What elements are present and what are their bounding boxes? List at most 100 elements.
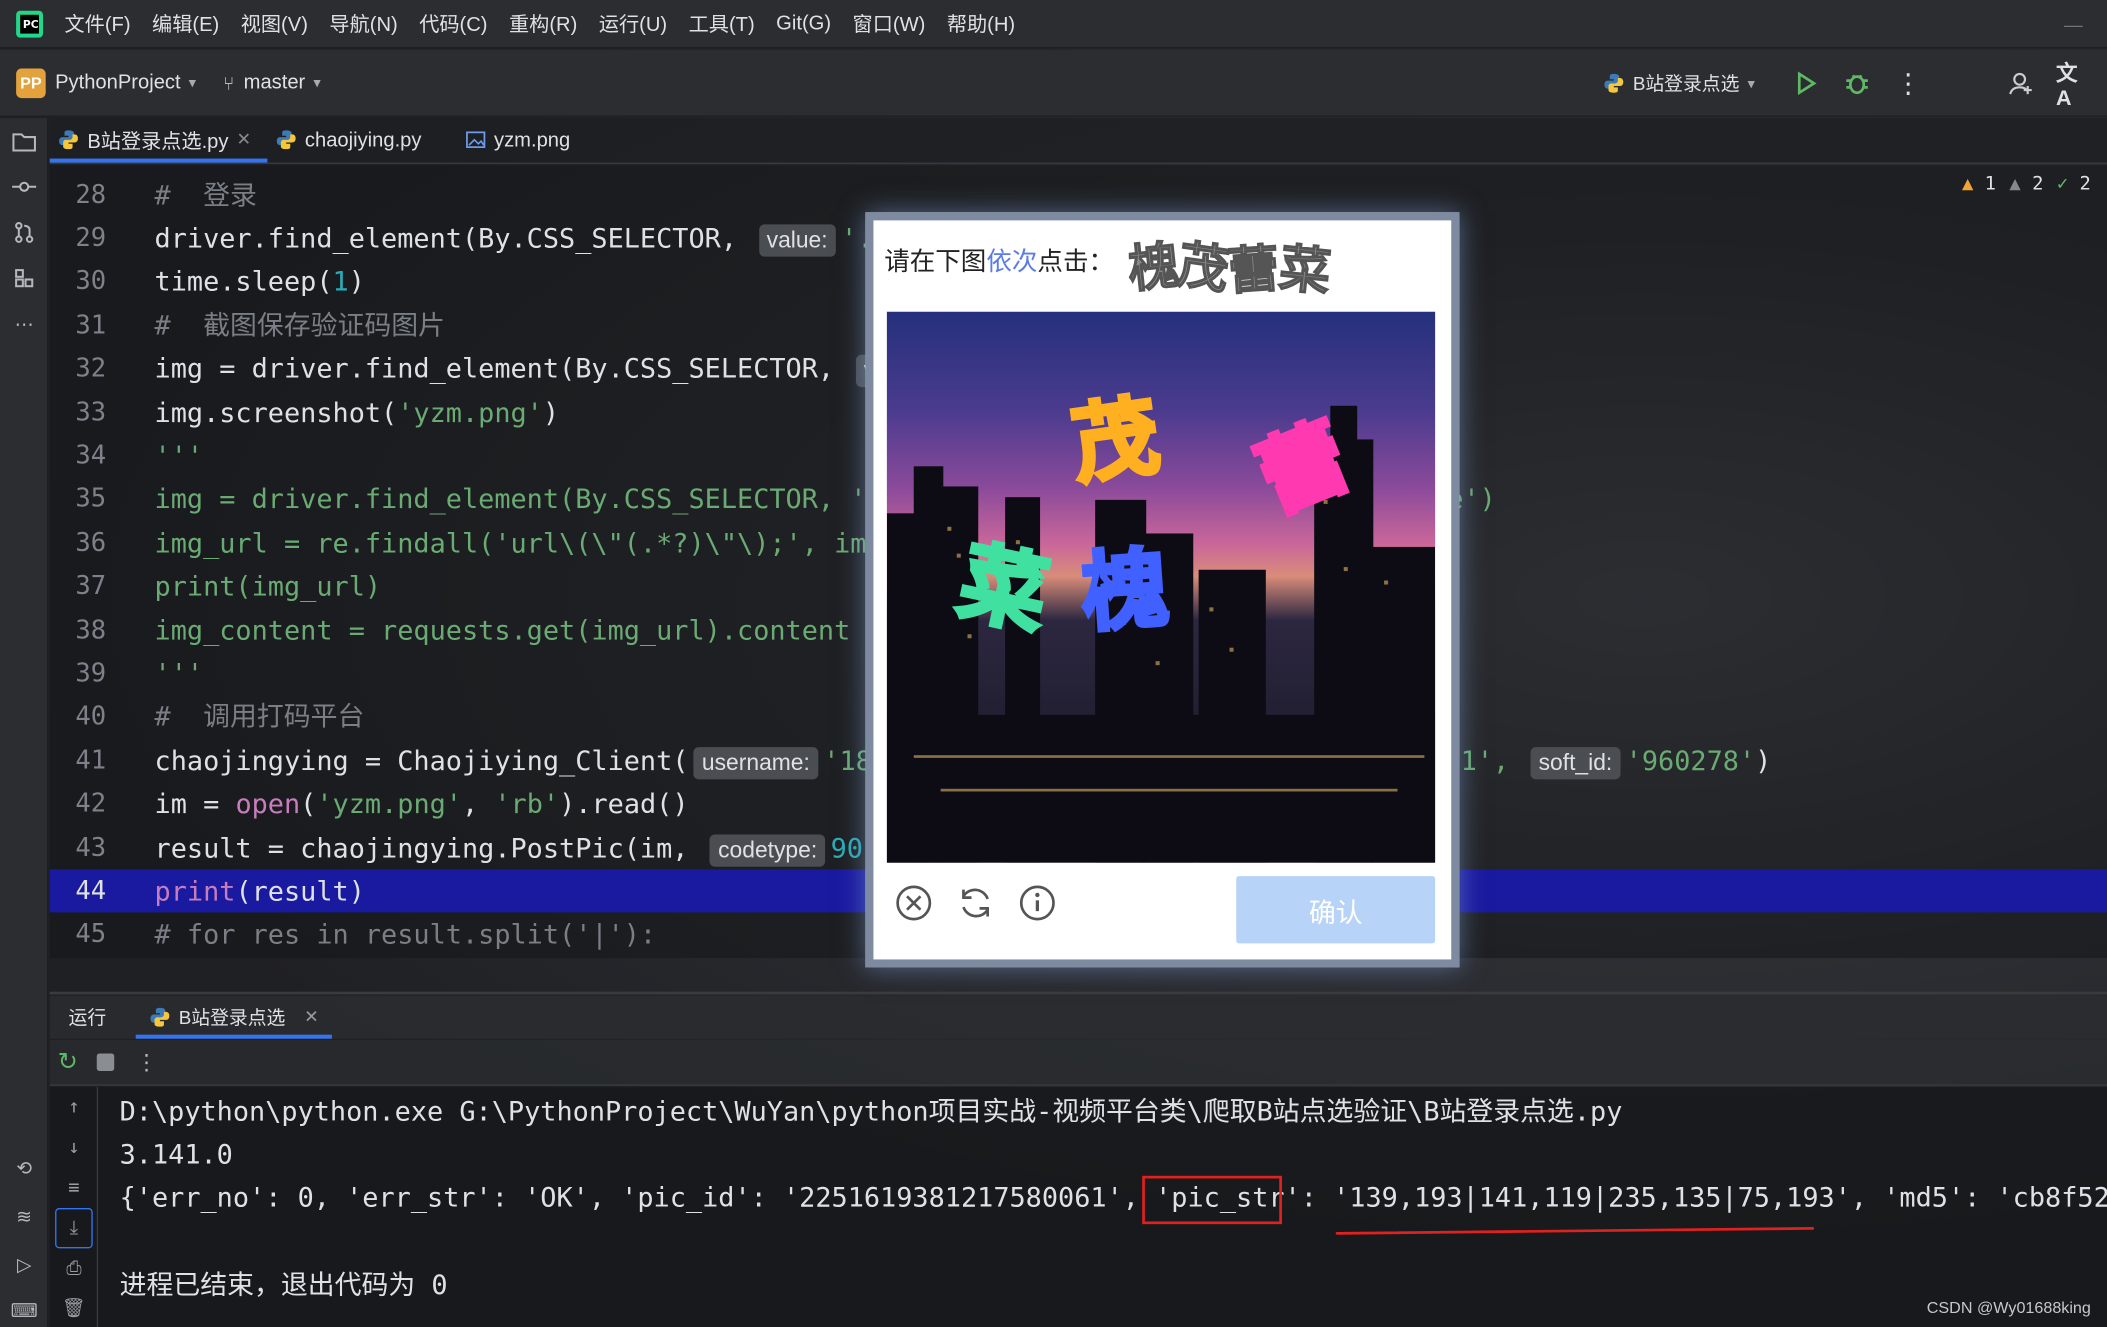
debug-icon[interactable] (1841, 67, 1873, 99)
structure-icon[interactable] (0, 255, 48, 301)
editor-tabs: B站登录点选.py ✕ chaojiying.py yzm.png (49, 117, 2107, 164)
line-number-current: 44 (75, 876, 107, 906)
code-line: img.screenshot('yzm.png') (154, 396, 560, 429)
tab-chaojiying[interactable]: chaojiying.py (267, 117, 437, 163)
menu-view[interactable]: 视图(V) (241, 9, 308, 37)
param-hint: username: (693, 746, 818, 779)
error-count: ▲ 1 (1961, 173, 1996, 195)
tab-b-login[interactable]: B站登录点选.py ✕ (49, 117, 268, 163)
close-icon[interactable]: ✕ (237, 129, 252, 151)
line-number: 37 (75, 571, 107, 601)
branch-selector[interactable]: master (244, 71, 306, 94)
tab-label: B站登录点选.py (87, 129, 229, 153)
line-number: 31 (75, 310, 107, 340)
folder-icon[interactable] (0, 118, 48, 164)
line-number: 29 (75, 223, 107, 253)
menu-window[interactable]: 窗口(W) (853, 9, 926, 37)
run-icon[interactable] (1790, 67, 1822, 99)
minimize-icon[interactable]: — (2064, 13, 2083, 35)
code-line: ''' (154, 657, 204, 690)
image-file-icon (465, 131, 485, 149)
menu-navigate[interactable]: 导航(N) (329, 9, 397, 37)
menu-run[interactable]: 运行(U) (599, 9, 667, 37)
code-line: img_url = re.findall('url\(\"(.*?)\"\);'… (154, 526, 883, 559)
line-number: 45 (75, 919, 107, 949)
rerun-icon[interactable]: ↻ (58, 1048, 78, 1076)
scroll-up-icon[interactable]: ↑ (50, 1087, 98, 1127)
layers-icon[interactable]: ≋ (0, 1193, 48, 1239)
more-icon[interactable]: ⋮ (136, 1049, 158, 1076)
scroll-to-end-icon[interactable]: ⤓ (55, 1208, 93, 1249)
stop-icon[interactable] (96, 1053, 115, 1071)
chevron-down-icon: ▾ (1747, 75, 1755, 93)
run-console[interactable]: ↑ ↓ ≡ ⤓ ⎙ 🗑 D:\python\python.exe G:\Pyth… (49, 1087, 2107, 1327)
code-line: # for res in result.split('|'): (154, 917, 657, 951)
commit-icon[interactable] (0, 164, 48, 210)
menu-refactor[interactable]: 重构(R) (509, 9, 577, 37)
code-line: ''' (154, 439, 204, 472)
tab-yzm-png[interactable]: yzm.png (456, 117, 586, 163)
run-config-selector[interactable]: B站登录点选 ▾ (1603, 70, 1755, 97)
line-number: 35 (75, 483, 107, 514)
trash-icon[interactable]: 🗑 (50, 1289, 98, 1327)
menu-tools[interactable]: 工具(T) (689, 9, 755, 37)
close-icon[interactable]: ✕ (304, 1006, 319, 1028)
python-console-icon[interactable]: ⟲ (0, 1145, 48, 1191)
account-icon[interactable] (2005, 67, 2037, 99)
line-number: 32 (75, 353, 107, 383)
param-hint: value: (758, 223, 836, 256)
captcha-target-chars: 槐 茂 蕾 菜 (1125, 234, 1344, 304)
code-line: img = driver.find_element(By.CSS_SELECTO… (155, 347, 889, 390)
line-number: 38 (75, 615, 107, 645)
project-selector[interactable]: PythonProject (55, 71, 180, 94)
menu-git[interactable]: Git(G) (776, 12, 831, 35)
code-line: # 登录 (154, 178, 257, 211)
line-number: 42 (75, 788, 107, 819)
captcha-image[interactable]: 茂 蕾 菜 槐 (886, 311, 1436, 863)
line-number: 39 (75, 658, 107, 688)
target-char: 菜 (1276, 238, 1333, 295)
scene-char: 槐 (1079, 538, 1172, 645)
line-number: 28 (75, 180, 107, 210)
run-toolbar: ↻ ⋮ (49, 1040, 2107, 1086)
pull-request-icon[interactable] (0, 210, 48, 256)
underline-annotation (1335, 1227, 1815, 1235)
refresh-icon[interactable] (957, 884, 995, 922)
terminal-icon[interactable]: ⌨ (0, 1287, 48, 1327)
scroll-down-icon[interactable]: ↓ (50, 1127, 98, 1167)
panel-splitter[interactable] (49, 991, 2107, 995)
more-tools-icon[interactable]: ⋯ (0, 301, 48, 347)
tab-label: chaojiying.py (304, 128, 422, 152)
services-icon[interactable]: ▷ (0, 1242, 48, 1288)
console-side-toolbar: ↑ ↓ ≡ ⤓ ⎙ 🗑 (50, 1087, 99, 1327)
param-hint: soft_id: (1530, 746, 1621, 779)
code-line: time.sleep(1) (154, 264, 365, 297)
more-icon[interactable]: ⋮ (1892, 67, 1924, 99)
code-line-current: print(result) (154, 874, 365, 908)
soft-wrap-icon[interactable]: ≡ (50, 1168, 98, 1208)
menu-file[interactable]: 文件(F) (65, 9, 131, 37)
close-icon[interactable] (895, 884, 933, 922)
code-line: chaojingying = Chaojiying_Client(usernam… (155, 739, 1771, 782)
menu-edit[interactable]: 编辑(E) (152, 9, 219, 37)
confirm-button[interactable]: 确认 (1236, 876, 1436, 944)
menu-code[interactable]: 代码(C) (419, 9, 487, 37)
console-line: {'err_no': 0, 'err_str': 'OK', 'pic_id':… (119, 1181, 2107, 1214)
inspection-widget[interactable]: ▲ 1 ▲ 2 ✓ 2 (1962, 173, 2091, 195)
line-number: 34 (75, 440, 107, 471)
svg-text:PC: PC (23, 18, 39, 31)
main-toolbar: PP PythonProject ▾ ⑂ master ▾ B站登录点选 ▾ ⋮… (0, 49, 2107, 117)
python-icon (276, 130, 296, 150)
captcha-prompt: 请在下图依次点击： (884, 248, 1115, 277)
project-badge: PP (16, 67, 46, 98)
info-icon[interactable] (1019, 884, 1057, 922)
scene-char: 茂 (1066, 385, 1165, 497)
line-number: 41 (75, 745, 107, 776)
code-line: result = chaojingying.PostPic(im, codety… (155, 826, 863, 869)
print-icon[interactable]: ⎙ (50, 1248, 98, 1288)
menu-help[interactable]: 帮助(H) (947, 9, 1015, 37)
translate-icon[interactable]: 文A (2056, 63, 2088, 110)
run-tab[interactable]: B站登录点选 ✕ (135, 996, 333, 1039)
run-config-label: B站登录点选 (1632, 72, 1740, 95)
python-icon (1604, 73, 1624, 93)
